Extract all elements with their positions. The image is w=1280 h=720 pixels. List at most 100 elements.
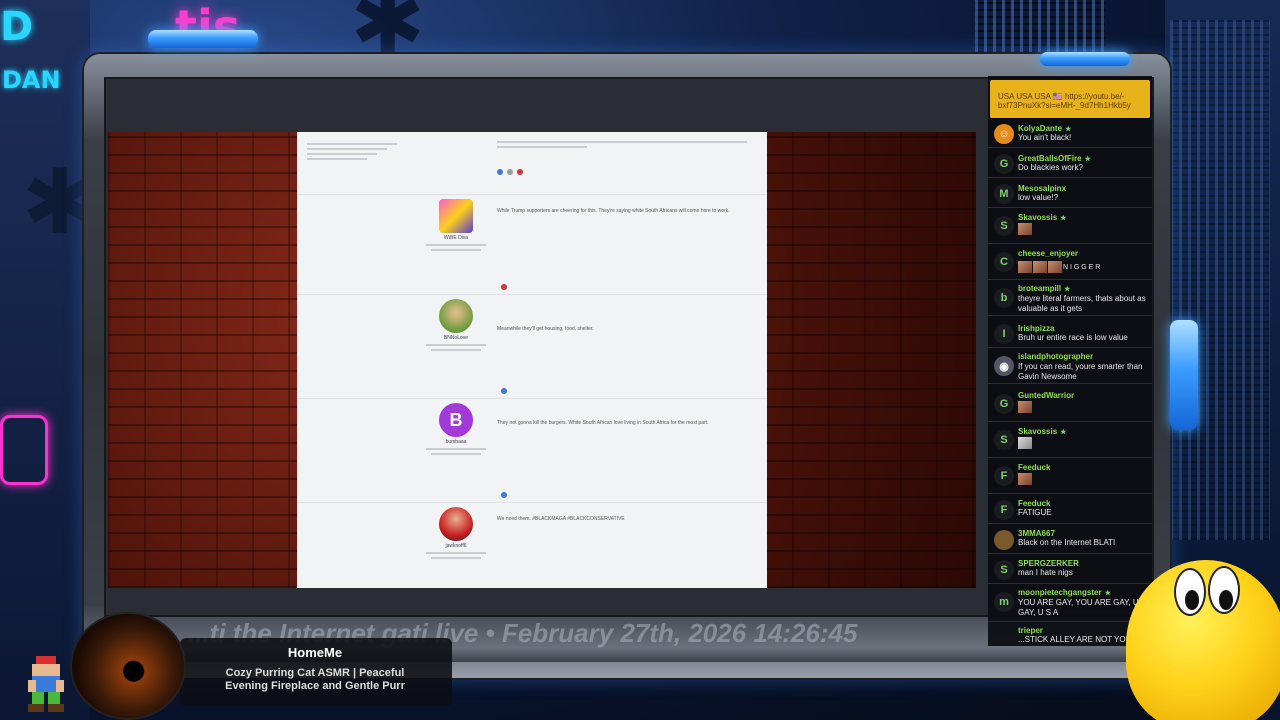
chat-text: You ain't black! [1018, 133, 1072, 142]
avatar [439, 299, 473, 333]
chat-text: Do blackies work? [1018, 163, 1083, 172]
forum-page-screenshot: WWE Diva While Trump supporters are chee… [297, 132, 767, 588]
avatar: F [994, 500, 1014, 520]
emote-icon [1018, 437, 1032, 449]
chat-username[interactable]: Feeduck [1018, 499, 1050, 508]
chat-username[interactable]: 3MMA667 [1018, 529, 1055, 538]
post-body: While Trump supporters are cheering for … [497, 208, 730, 214]
chat-text: man I hate nigs [1018, 568, 1073, 577]
post-author[interactable]: WWE Diva [417, 235, 495, 241]
frame-light [148, 30, 258, 48]
neon-sign-dan: DAN [2, 66, 61, 94]
left-building [0, 0, 90, 720]
right-building-windows [1170, 20, 1270, 540]
stream-overlay: D DAN tis ✱ ✱ WWE Diva While Trump suppo… [0, 0, 1280, 720]
pixel-character-icon [28, 656, 64, 712]
post-body: They not gonna kill the burgers. White S… [497, 420, 709, 426]
avatar: B [439, 403, 473, 437]
frame-light [1040, 52, 1130, 66]
star-icon: ★ [1084, 156, 1091, 163]
avatar: S [994, 430, 1014, 450]
emote-icon [1018, 261, 1032, 273]
post-body: We need them. #BLACKMAGA #BLACKCONSERVAT… [497, 516, 625, 522]
chat-username[interactable]: GreatBallsOfFire [1018, 154, 1082, 163]
chat-username[interactable]: Feeduck [1018, 463, 1050, 472]
chat-message: C cheese_enjoyer N I G G E R [988, 246, 1152, 280]
chat-username[interactable]: moonpietechgangster [1018, 588, 1102, 597]
chat-username[interactable]: trieper [1018, 626, 1043, 635]
neon-sign-d: D [0, 4, 34, 50]
mascot-eye [1174, 568, 1206, 616]
chat-username[interactable]: Skavossis [1018, 427, 1057, 436]
album-art-disc [70, 612, 186, 720]
chat-text: FATIGUE [1018, 508, 1052, 517]
frame-light [1170, 320, 1198, 430]
chat-message: m moonpietechgangster ★ YOU ARE GAY, YOU … [988, 586, 1152, 622]
avatar: G [994, 154, 1014, 174]
forum-post: B bumbaaa They not gonna kill the burger… [297, 398, 767, 502]
chat-username[interactable]: Skavossis [1018, 213, 1057, 222]
avatar: ☺ [994, 124, 1014, 144]
chat-message: ☺ KolyaDante ★ You ain't black! [988, 120, 1152, 148]
chat-username[interactable]: GuntedWarrior [1018, 391, 1074, 400]
post-author[interactable]: jawknoff6 [417, 543, 495, 549]
chat-username[interactable]: Mesosalpinx [1018, 184, 1066, 193]
chat-message: ◉ islandphotographer If you can read, yo… [988, 350, 1152, 384]
avatar [439, 199, 473, 233]
emote-icon [1018, 223, 1032, 235]
chat-message: F Feeduck [988, 460, 1152, 494]
post-author[interactable]: bumbaaa [417, 439, 495, 445]
star-icon: ★ [1064, 286, 1071, 293]
chat-text: Bruh ur entire race is low value [1018, 333, 1128, 342]
chat-text: theyre literal farmers, thats about as v… [1018, 294, 1146, 313]
chat-text: N I G G E R [1063, 263, 1101, 271]
chat-username[interactable]: Irishpizza [1018, 324, 1054, 333]
emote-icon [1033, 261, 1047, 273]
avatar: b [994, 288, 1014, 308]
chat-message: F Feeduck FATIGUE [988, 496, 1152, 524]
forum-post: BNNoLove Meanwhile they'll get housing, … [297, 294, 767, 398]
avatar: I [994, 324, 1014, 344]
mascot-eye [1208, 566, 1240, 614]
chat-message: S Skavossis ★ [988, 210, 1152, 244]
post-author[interactable]: BNNoLove [417, 335, 495, 341]
chat-message: G GreatBallsOfFire ★ Do blackies work? [988, 150, 1152, 178]
chat-text: Black on the Internet BLATI [1018, 538, 1116, 547]
pinned-message[interactable]: USA USA USA 🇺🇸 https://youtu.be/-bxf73Pn… [990, 80, 1150, 118]
right-building-windows [975, 0, 1105, 60]
chat-message: S Skavossis ★ [988, 424, 1152, 458]
chat-username[interactable]: broteampill [1018, 284, 1061, 293]
avatar [439, 507, 473, 541]
avatar: C [994, 252, 1014, 272]
avatar: m [994, 592, 1014, 612]
avatar: G [994, 394, 1014, 414]
now-playing-user: HomeMe [287, 645, 343, 660]
forum-post: jawknoff6 We need them. #BLACKMAGA #BLAC… [297, 502, 767, 588]
chat-username[interactable]: cheese_enjoyer [1018, 249, 1078, 258]
emote-icon [1048, 261, 1062, 273]
neon-sign-frame [0, 415, 48, 485]
chat-message: I Irishpizza Bruh ur entire race is low … [988, 320, 1152, 348]
chat-text: low value!? [1018, 193, 1059, 202]
emote-icon [1018, 401, 1032, 413]
chat-message: 3MMA667 Black on the Internet BLATI [988, 526, 1152, 554]
avatar: M [994, 184, 1014, 204]
chat-username[interactable]: islandphotographer [1018, 352, 1093, 361]
post-body: Meanwhile they'll get housing, food, she… [497, 326, 594, 332]
chat-message: M Mesosalpinx low value!? [988, 180, 1152, 208]
star-icon: ★ [1104, 590, 1111, 597]
chat-text: If you can read, youre smarter than Gavi… [1018, 362, 1143, 381]
emote-icon [1018, 473, 1032, 485]
avatar: ◉ [994, 356, 1014, 376]
avatar: F [994, 466, 1014, 486]
chat-message: G GuntedWarrior [988, 388, 1152, 422]
forum-post: WWE Diva While Trump supporters are chee… [297, 194, 767, 294]
star-icon: ★ [1065, 126, 1072, 133]
avatar: S [994, 216, 1014, 236]
chat-username[interactable]: KolyaDante [1018, 124, 1062, 133]
chat-message: b broteampill ★ theyre literal farmers, t… [988, 282, 1152, 316]
now-playing-title: Cozy Purring Cat ASMR | Peaceful Evening… [225, 667, 405, 692]
avatar [994, 530, 1014, 550]
chat-username[interactable]: SPERGZERKER [1018, 559, 1079, 568]
pinned-text: USA USA USA 🇺🇸 https://youtu.be/-bxf73Pn… [998, 92, 1131, 110]
